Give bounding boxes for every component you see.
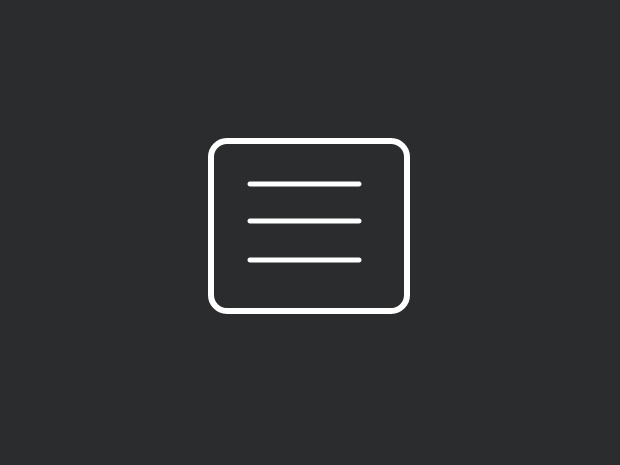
menu-button[interactable] (207, 137, 411, 315)
canvas (0, 0, 620, 465)
menu-icon (208, 138, 410, 314)
menu-icon-frame (208, 138, 410, 314)
